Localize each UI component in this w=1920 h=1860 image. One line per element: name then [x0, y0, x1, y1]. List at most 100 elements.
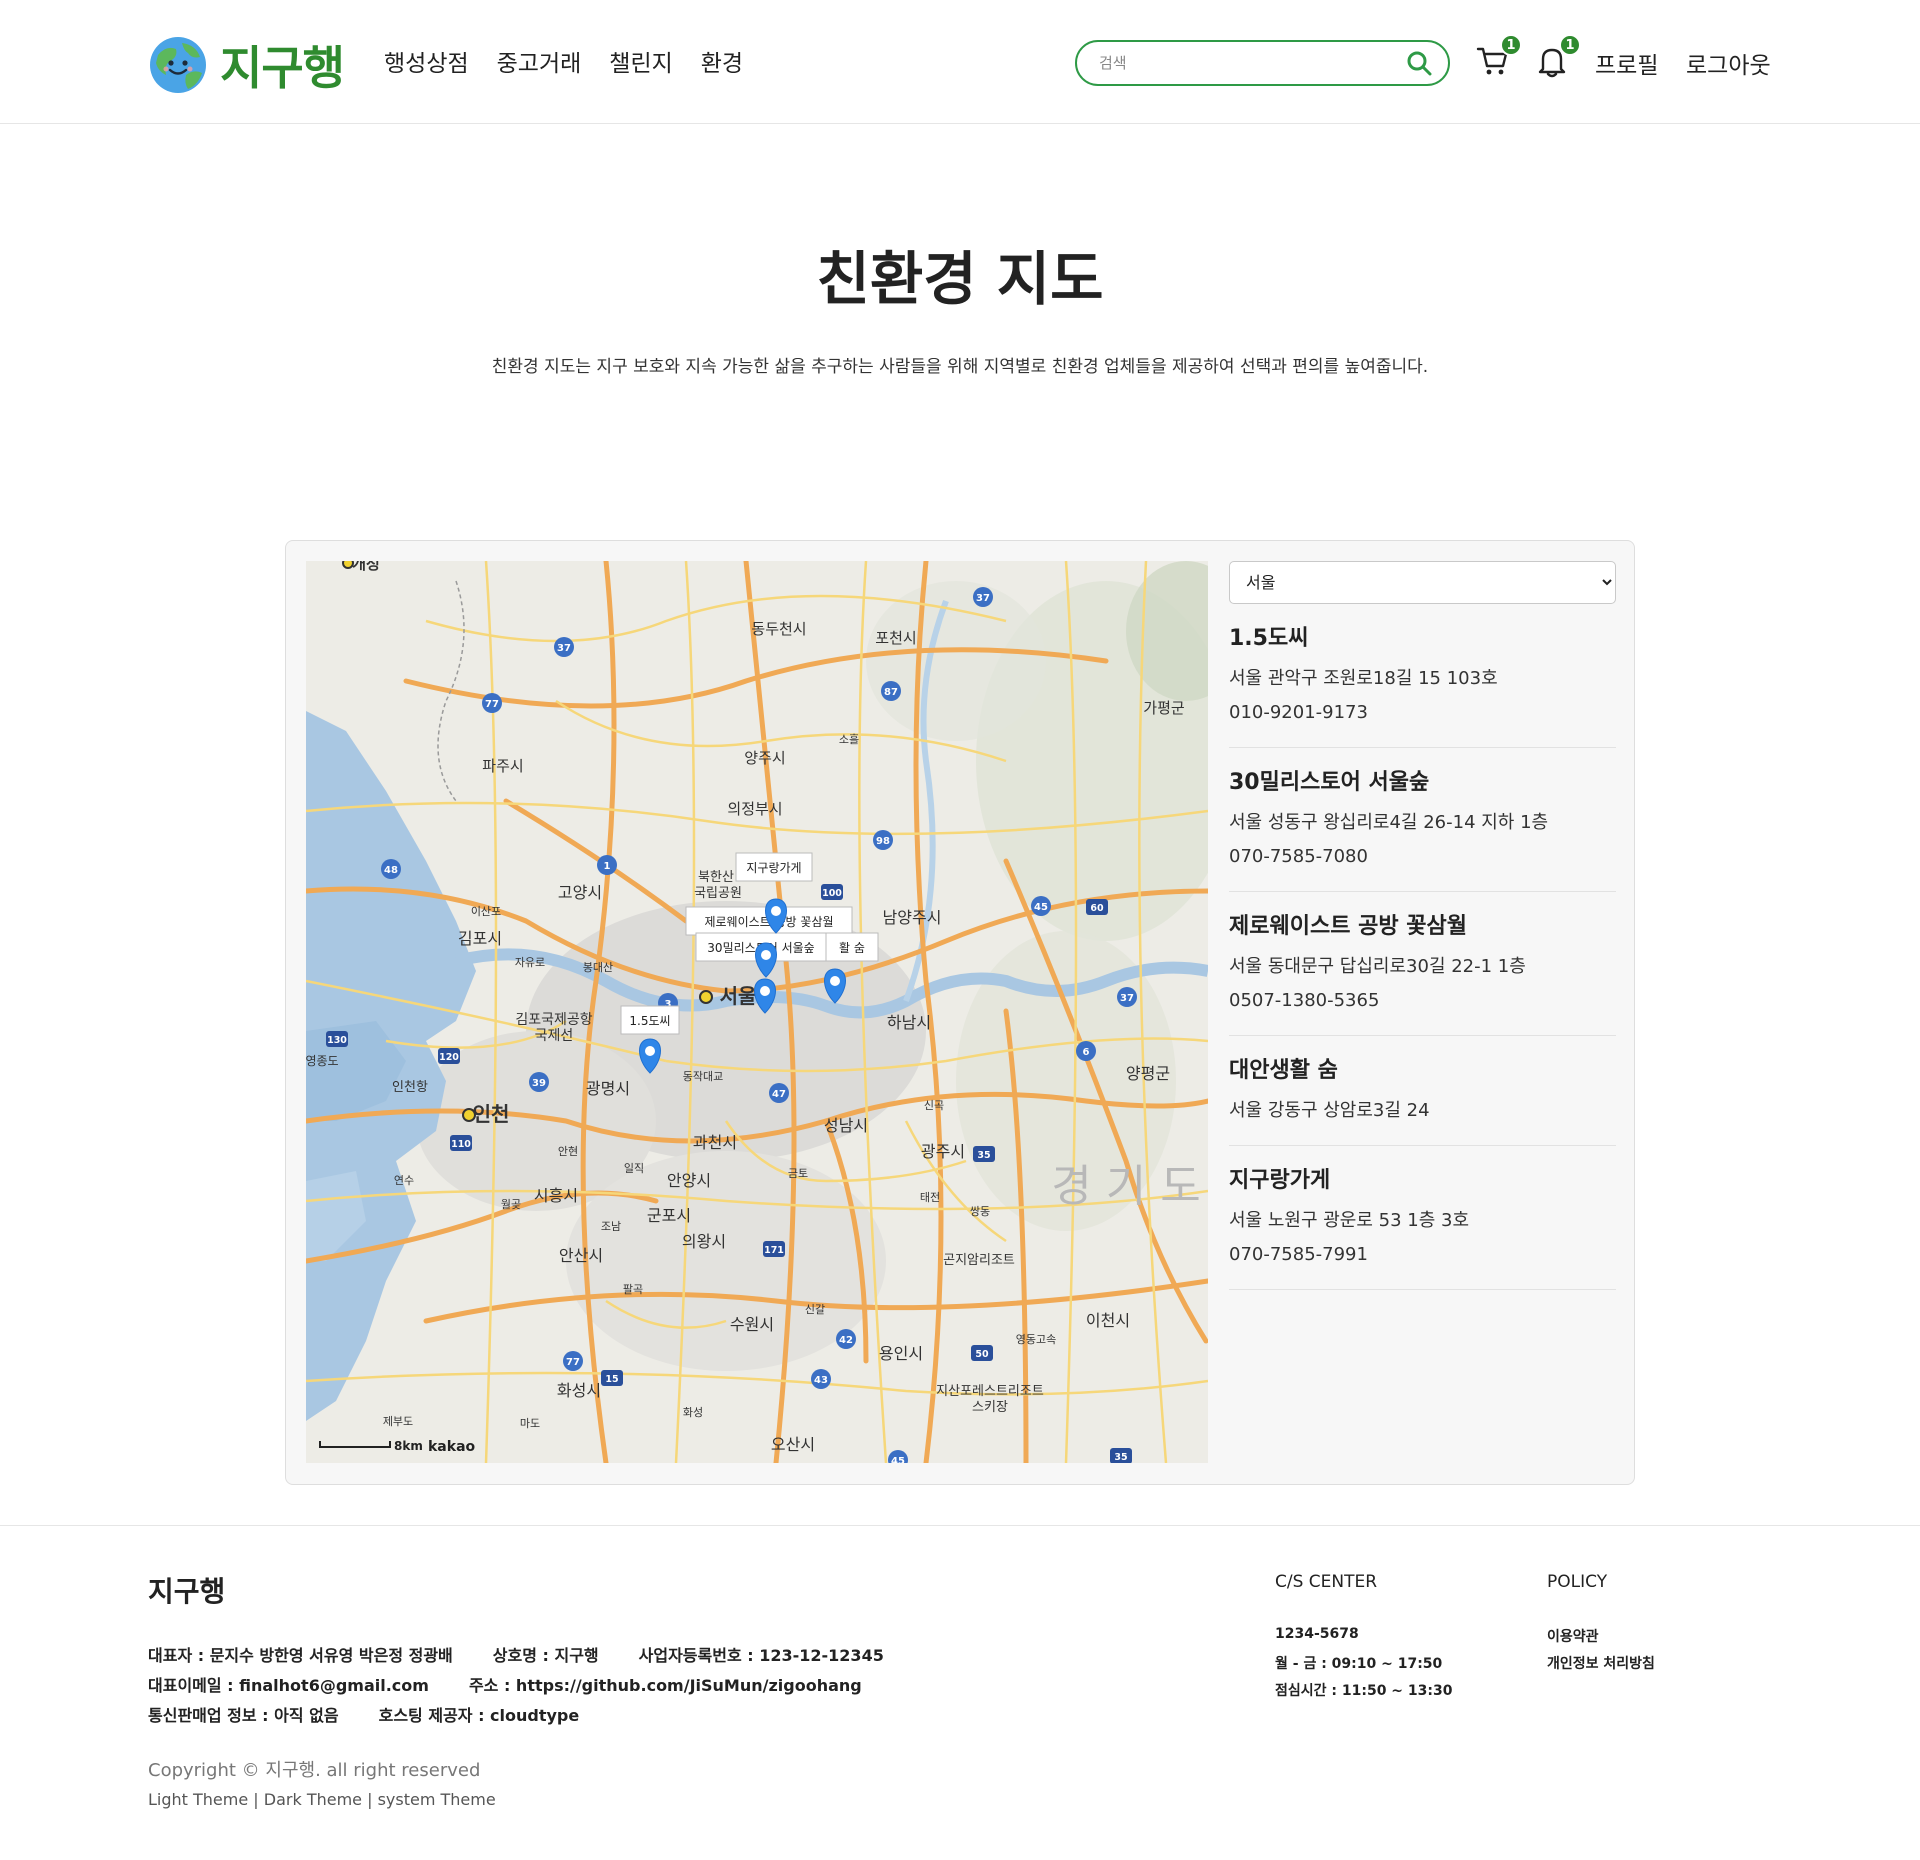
- store-item[interactable]: 30밀리스토어 서울숲 서울 성동구 왕십리로4길 26-14 지하 1층 07…: [1229, 748, 1616, 892]
- svg-text:화성시: 화성시: [557, 1381, 601, 1400]
- terms-link[interactable]: 이용약관: [1547, 1629, 1599, 1645]
- svg-text:130: 130: [327, 1035, 347, 1046]
- cs-center-title: C/S CENTER: [1275, 1572, 1378, 1592]
- kakao-map[interactable]: 37 37 77 87 98 48 1 45 37 6 39 47 42 43 77 45 3 100…: [306, 561, 1208, 1463]
- store-item[interactable]: 지구랑가게 서울 노원구 광운로 53 1층 3호 070-7585-7991: [1229, 1146, 1616, 1290]
- info-company-name: 상호명 : 지구행: [492, 1646, 599, 1665]
- svg-text:가평군: 가평군: [1143, 699, 1185, 717]
- search-icon: [1407, 51, 1432, 76]
- cart-button[interactable]: 1: [1476, 34, 1522, 78]
- info-mail-order: 통신판매업 정보 : 아직 없음: [148, 1706, 339, 1725]
- svg-text:87: 87: [884, 687, 898, 698]
- svg-text:국립공원: 국립공원: [694, 886, 742, 901]
- svg-text:안산시: 안산시: [559, 1246, 603, 1265]
- svg-text:북한산: 북한산: [698, 870, 734, 885]
- system-theme-link[interactable]: system Theme: [378, 1790, 496, 1809]
- svg-text:37: 37: [1120, 993, 1134, 1004]
- info-representative: 대표자 : 문지수 방한영 서유영 박은정 정광배: [148, 1646, 453, 1665]
- company-info: 대표자 : 문지수 방한영 서유영 박은정 정광배 상호명 : 지구행 사업자등…: [148, 1642, 884, 1732]
- main-nav: 행성상점 중고거래 챌린지 환경: [384, 44, 743, 78]
- svg-text:김포시: 김포시: [458, 929, 502, 948]
- svg-text:봉대산: 봉대산: [583, 961, 613, 974]
- notification-button[interactable]: 1: [1535, 34, 1581, 78]
- svg-text:60: 60: [1090, 903, 1104, 914]
- svg-text:김포국제공항: 김포국제공항: [515, 1012, 592, 1028]
- store-address: 서울 노원구 광운로 53 1층 3호: [1229, 1210, 1470, 1231]
- svg-text:태전: 태전: [920, 1191, 940, 1204]
- info-address: 주소 : https://github.com/JiSuMun/zigoohan…: [468, 1676, 862, 1695]
- store-phone: 010-9201-9173: [1229, 702, 1368, 723]
- svg-text:동두천시: 동두천시: [751, 620, 806, 638]
- svg-text:성남시: 성남시: [824, 1116, 868, 1135]
- search-button[interactable]: [1404, 48, 1434, 78]
- svg-text:곤지암리조트: 곤지암리조트: [943, 1253, 1015, 1268]
- store-name: 지구랑가게: [1229, 1168, 1331, 1193]
- svg-text:과천시: 과천시: [693, 1133, 737, 1152]
- svg-text:37: 37: [976, 593, 990, 604]
- svg-text:1: 1: [604, 861, 611, 872]
- svg-text:6: 6: [1083, 1047, 1090, 1058]
- svg-text:연수: 연수: [394, 1174, 414, 1187]
- svg-text:39: 39: [532, 1078, 546, 1089]
- svg-text:조남: 조남: [601, 1220, 621, 1233]
- svg-text:1.5도씨: 1.5도씨: [629, 1014, 670, 1028]
- nav-item-environment[interactable]: 환경: [701, 44, 743, 78]
- svg-text:용인시: 용인시: [879, 1344, 923, 1363]
- region-select[interactable]: 서울: [1229, 561, 1616, 604]
- svg-text:이산포: 이산포: [471, 905, 501, 918]
- svg-text:고양시: 고양시: [558, 883, 602, 902]
- page-title: 친환경 지도: [816, 245, 1104, 313]
- svg-text:파주시: 파주시: [482, 757, 523, 775]
- search-input[interactable]: [1099, 54, 1404, 72]
- site-header: 지구행 행성상점 중고거래 챌린지 환경 1 1 프로필 로그아웃: [0, 0, 1920, 124]
- footer-brand: 지구행: [148, 1575, 226, 1608]
- svg-text:43: 43: [814, 1375, 828, 1386]
- svg-text:하남시: 하남시: [887, 1013, 931, 1032]
- svg-text:화성: 화성: [683, 1406, 703, 1419]
- theme-switcher: Light Theme | Dark Theme | system Theme: [148, 1790, 496, 1809]
- svg-text:일직: 일직: [624, 1161, 644, 1175]
- light-theme-link[interactable]: Light Theme: [148, 1790, 248, 1809]
- cs-center: C/S CENTER 1234-5678 월 - 금 : 09:10 ~ 17:…: [1275, 1572, 1452, 1707]
- svg-text:제부도: 제부도: [383, 1415, 413, 1428]
- svg-text:서울: 서울: [720, 984, 757, 1008]
- dark-theme-link[interactable]: Dark Theme: [264, 1790, 362, 1809]
- nav-item-challenge[interactable]: 챌린지: [609, 44, 672, 78]
- svg-text:98: 98: [876, 836, 890, 847]
- svg-text:팔곡: 팔곡: [623, 1283, 643, 1296]
- svg-text:77: 77: [566, 1357, 580, 1368]
- store-phone: 070-7585-7080: [1229, 846, 1368, 867]
- svg-text:120: 120: [439, 1052, 459, 1063]
- svg-text:개성: 개성: [352, 561, 380, 573]
- nav-item-planet-shop[interactable]: 행성상점: [384, 44, 469, 78]
- svg-text:48: 48: [384, 865, 398, 876]
- svg-text:42: 42: [839, 1335, 853, 1346]
- store-item[interactable]: 1.5도씨 서울 관악구 조원로18길 15 103호 010-9201-917…: [1229, 604, 1616, 748]
- store-name: 대안생활 숨: [1229, 1058, 1338, 1083]
- store-address: 서울 관악구 조원로18길 15 103호: [1229, 668, 1498, 689]
- store-item[interactable]: 대안생활 숨 서울 강동구 상암로3길 24: [1229, 1036, 1616, 1146]
- svg-text:의정부시: 의정부시: [727, 800, 782, 818]
- logo-link[interactable]: 지구행: [148, 32, 345, 98]
- search-box: [1075, 40, 1450, 86]
- svg-text:광명시: 광명시: [586, 1079, 630, 1098]
- logout-link[interactable]: 로그아웃: [1686, 46, 1771, 80]
- store-item[interactable]: 제로웨이스트 공방 꽃삼월 서울 동대문구 답십리로30길 22-1 1층 05…: [1229, 892, 1616, 1036]
- store-phone: 0507-1380-5365: [1229, 990, 1380, 1011]
- svg-text:110: 110: [451, 1139, 471, 1150]
- nav-item-used-trade[interactable]: 중고거래: [497, 44, 582, 78]
- svg-text:35: 35: [977, 1150, 990, 1161]
- store-name: 제로웨이스트 공방 꽃삼월: [1229, 914, 1467, 939]
- copyright: Copyright © 지구행. all right reserved: [148, 1760, 481, 1781]
- svg-text:스키장: 스키장: [972, 1400, 1008, 1415]
- privacy-policy-link[interactable]: 개인정보 처리방침: [1547, 1656, 1655, 1672]
- cs-lunch: 점심시간 : 11:50 ~ 13:30: [1275, 1683, 1453, 1699]
- map-canvas: 373777 879848 14537 63947 424377 453 100…: [306, 561, 1208, 1463]
- svg-text:소흘: 소흘: [839, 733, 859, 746]
- svg-text:45: 45: [891, 1456, 905, 1463]
- svg-text:지구랑가게: 지구랑가게: [746, 861, 801, 875]
- svg-text:8km: 8km: [394, 1439, 423, 1453]
- store-name: 1.5도씨: [1229, 626, 1309, 651]
- svg-text:37: 37: [557, 643, 571, 654]
- profile-link[interactable]: 프로필: [1595, 46, 1658, 80]
